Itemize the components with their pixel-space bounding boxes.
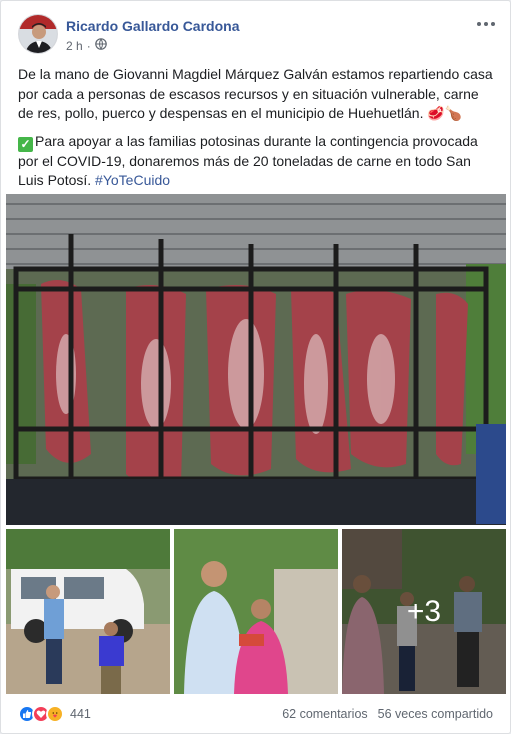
shares-count[interactable]: 56 veces compartido xyxy=(378,707,493,721)
author-name[interactable]: Ricardo Gallardo Cardona xyxy=(66,18,239,34)
post-text: De la mano de Giovanni Magdiel Márquez G… xyxy=(18,65,496,199)
post-header: Ricardo Gallardo Cardona 2 h · xyxy=(18,14,498,56)
more-options-button[interactable] xyxy=(476,16,496,32)
engagement-stats: 62 comentarios 56 veces compartido xyxy=(282,707,493,721)
photo-thumbnail-1[interactable] xyxy=(6,529,170,694)
post-card: Ricardo Gallardo Cardona 2 h · De la man… xyxy=(0,0,511,734)
main-photo[interactable] xyxy=(6,194,506,525)
post-footer: 441 62 comentarios 56 veces compartido xyxy=(18,702,493,726)
photo-thumbnail-3[interactable]: +3 xyxy=(342,529,506,694)
care-icon xyxy=(46,705,64,723)
reactions-summary[interactable]: 441 xyxy=(18,705,91,723)
hashtag-link[interactable]: #YoTeCuido xyxy=(95,172,170,188)
photo-thumbnail-2[interactable] xyxy=(174,529,338,694)
author-avatar[interactable] xyxy=(18,14,58,54)
post-paragraph-2: ✓ Para apoyar a las familias potosinas du… xyxy=(18,132,478,188)
post-meta: 2 h · xyxy=(66,38,107,53)
globe-icon[interactable] xyxy=(94,38,107,53)
more-photos-overlay[interactable]: +3 xyxy=(342,529,506,694)
check-mark-icon: ✓ xyxy=(18,136,33,152)
post-paragraph-1: De la mano de Giovanni Magdiel Márquez G… xyxy=(18,66,493,121)
reaction-count[interactable]: 441 xyxy=(70,707,91,721)
comments-count[interactable]: 62 comentarios xyxy=(282,707,367,721)
post-time[interactable]: 2 h xyxy=(66,39,83,53)
